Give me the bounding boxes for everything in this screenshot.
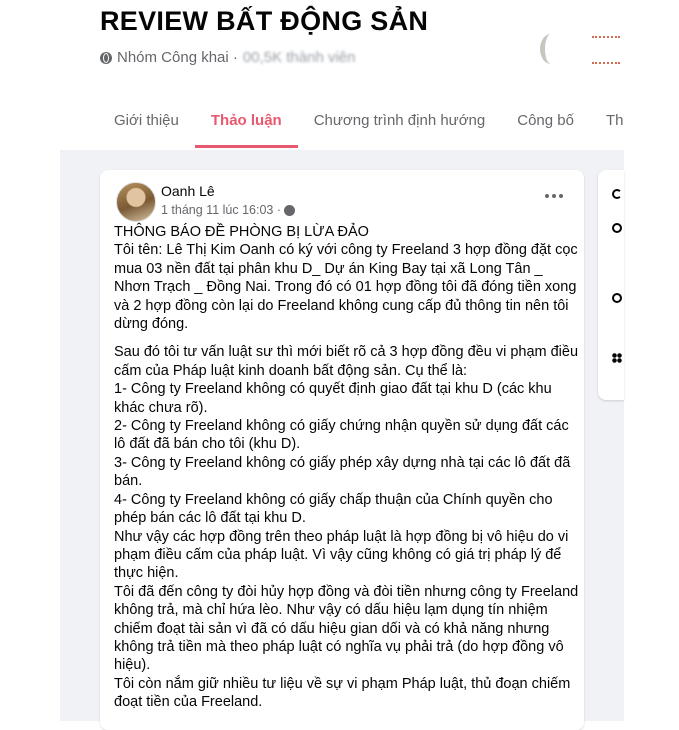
tab-discussion[interactable]: Thảo luận [194,96,298,148]
side-card [598,170,624,400]
member-avatar [592,36,620,64]
group-member-count[interactable]: 00,5K thành viên [243,49,356,66]
tab-about[interactable]: Giới thiệu [98,96,195,148]
tab-announcements[interactable]: Công bố [501,96,590,148]
group-icon [612,353,622,363]
member-avatar [540,34,562,64]
dot [552,194,556,198]
group-title[interactable]: REVIEW BẤT ĐỘNG SẢN [100,6,428,37]
post-body: THÔNG BÁO ĐỀ PHÒNG BỊ LỪA ĐẢO Tôi tên: L… [114,223,580,722]
post-timestamp: 1 tháng 11 lúc 16:03 · [161,203,295,217]
member-avatars[interactable] [536,32,626,66]
author-avatar[interactable] [116,182,156,222]
info-icon [612,189,622,199]
post-author[interactable]: Oanh Lê [161,183,215,199]
group-header: REVIEW BẤT ĐỘNG SẢN Nhóm Công khai · 00,… [0,0,640,150]
post-paragraph: THÔNG BÁO ĐỀ PHÒNG BỊ LỪA ĐẢO Tôi tên: L… [114,224,578,333]
more-options-icon[interactable] [540,186,568,206]
post-time-text[interactable]: 1 tháng 11 lúc 16:03 · [161,203,281,217]
tab-guides[interactable]: Chương trình định hướng [298,96,502,148]
eye-icon [612,293,622,303]
dot [559,194,563,198]
dot [545,194,549,198]
globe-icon [612,223,622,233]
group-tabs: Giới thiệu Thảo luận Chương trình định h… [98,96,640,150]
right-column [624,0,679,721]
post-paragraph: Sau đó tôi tư vấn luật sư thì mới biết r… [114,344,579,711]
privacy-icon [284,204,295,216]
globe-icon [100,51,112,64]
group-privacy: Nhóm Công khai · [117,49,238,66]
post-card: Oanh Lê 1 tháng 11 lúc 16:03 · THÔNG BÁO… [100,170,584,730]
group-meta: Nhóm Công khai · 00,5K thành viên [100,49,355,66]
